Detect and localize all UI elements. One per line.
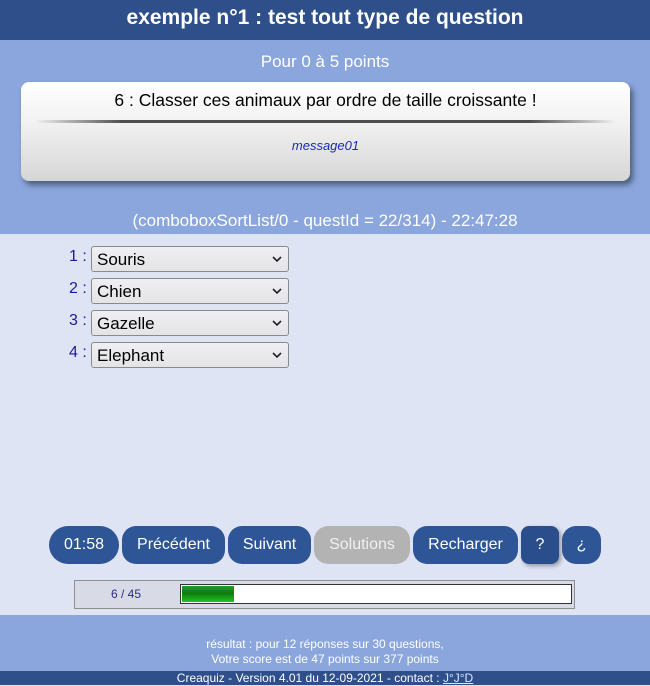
progress-panel: 6 / 45 [74, 580, 575, 609]
next-button[interactable]: Suivant [228, 526, 311, 564]
combobox-value: Gazelle [97, 314, 155, 333]
previous-button[interactable]: Précédent [122, 526, 225, 564]
result-line: résultat : pour 12 réponses sur 30 quest… [206, 637, 444, 651]
answer-combobox[interactable]: Souris [91, 246, 289, 272]
answer-rank: 2 : [69, 280, 87, 297]
solutions-button[interactable]: Solutions [314, 526, 410, 564]
answer-combobox[interactable]: Chien [91, 278, 289, 304]
result-band: résultat : pour 12 réponses sur 30 quest… [0, 615, 650, 671]
contact-link[interactable]: J°J°D [443, 671, 473, 685]
question-title: 6 : Classer ces animaux par ordre de tai… [114, 90, 537, 110]
combobox-value: Chien [97, 282, 142, 301]
timer-display: 01:58 [49, 526, 119, 564]
progress-label: 6 / 45 [111, 587, 142, 601]
chevron-down-icon [272, 288, 282, 295]
reload-button[interactable]: Recharger [413, 526, 518, 564]
answer-combobox[interactable]: Gazelle [91, 310, 289, 336]
inverted-help-button[interactable]: ¿ [562, 526, 601, 564]
answer-combobox[interactable]: Elephant [91, 342, 289, 368]
footer-credit: Creaquiz - Version 4.01 du 12-09-2021 - … [0, 671, 650, 685]
progress-track [180, 584, 572, 604]
credit-text: Creaquiz - Version 4.01 du 12-09-2021 - … [176, 671, 440, 685]
chevron-down-icon [272, 352, 282, 359]
answer-rank: 3 : [69, 312, 87, 329]
quiz-title: exemple n°1 : test tout type de question [0, 0, 650, 40]
question-message: message01 [291, 138, 360, 153]
combobox-value: Elephant [97, 346, 165, 365]
chevron-down-icon [272, 256, 282, 263]
combobox-value: Souris [97, 250, 146, 269]
answer-rank: 1 : [69, 248, 87, 265]
answer-rank: 4 : [69, 344, 87, 361]
chevron-down-icon [272, 320, 282, 327]
help-button[interactable]: ? [521, 526, 559, 564]
question-divider [35, 120, 616, 123]
score-line: Votre score est de 47 points sur 377 poi… [211, 652, 439, 666]
question-card: 6 : Classer ces animaux par ordre de tai… [21, 82, 630, 181]
points-range: Pour 0 à 5 points [260, 52, 390, 71]
progress-bar-fill [182, 586, 234, 602]
question-info: (comboboxSortList/0 - questId = 22/314) … [132, 211, 518, 230]
